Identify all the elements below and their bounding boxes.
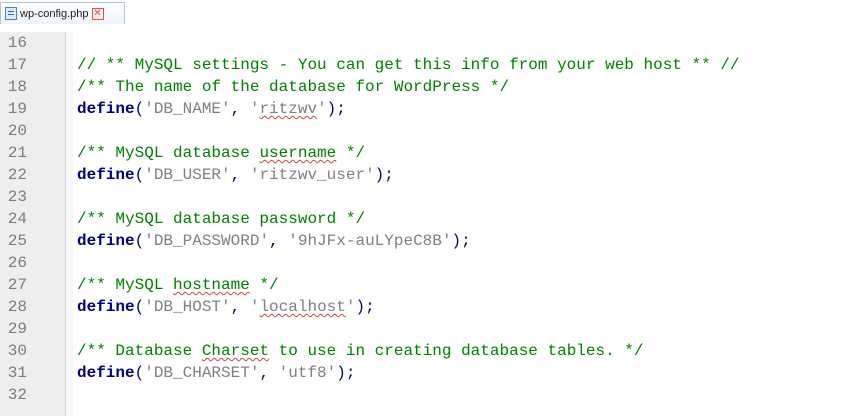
- code-text: /** MySQL hostname */: [77, 274, 279, 296]
- code-line[interactable]: 17 // ** MySQL settings - You can get thi…: [0, 54, 853, 76]
- code-token: /** MySQL database: [77, 144, 260, 162]
- code-token: define: [77, 298, 135, 316]
- misspelled-token: ritzwv: [259, 100, 318, 118]
- code-token: '9hJFx-auLYpeC8B': [288, 232, 452, 250]
- code-token: ': [249, 298, 260, 316]
- code-line[interactable]: 32: [0, 384, 853, 406]
- code-line[interactable]: 31 define('DB_CHARSET', 'utf8');: [0, 362, 853, 384]
- editor-window: wp-config.php ✕ 16 17 // ** MySQL settings…: [0, 0, 853, 416]
- code-token: */: [249, 276, 279, 294]
- code-token: (: [134, 100, 145, 118]
- code-text: define('DB_USER', 'ritzwv_user');: [77, 164, 394, 186]
- code-text: /** Database Charset to use in creating …: [77, 340, 644, 362]
- file-icon: [5, 7, 17, 20]
- code-token: (: [134, 364, 145, 382]
- code-line[interactable]: 19 define('DB_NAME', 'ritzwv');: [0, 98, 853, 120]
- code-token: 'DB_CHARSET': [144, 364, 260, 382]
- line-number: 28: [7, 298, 27, 316]
- code-token: define: [77, 166, 135, 184]
- code-token: /** MySQL database password */: [77, 210, 366, 228]
- code-token: 'ritzwv_user': [249, 166, 375, 184]
- code-line[interactable]: 24 /** MySQL database password */: [0, 208, 853, 230]
- code-line[interactable]: 21 /** MySQL database username */: [0, 142, 853, 164]
- code-text: define('DB_HOST', 'localhost');: [77, 296, 375, 318]
- line-number: 27: [7, 276, 27, 294]
- code-line[interactable]: 29: [0, 318, 853, 340]
- line-number: 22: [7, 166, 27, 184]
- code-token: /** The name of the database for WordPre…: [77, 78, 510, 96]
- line-number: 32: [7, 386, 27, 404]
- code-line[interactable]: 27 /** MySQL hostname */: [0, 274, 853, 296]
- code-token: ': [317, 100, 327, 118]
- code-text: define('DB_NAME', 'ritzwv');: [77, 98, 346, 120]
- code-line[interactable]: 22 define('DB_USER', 'ritzwv_user');: [0, 164, 853, 186]
- code-token: ,: [230, 298, 250, 316]
- line-number: 18: [7, 78, 27, 96]
- code-token: 'DB_PASSWORD': [144, 232, 270, 250]
- code-token: // ** MySQL settings - You can get this …: [77, 56, 740, 74]
- code-line[interactable]: 23: [0, 186, 853, 208]
- code-token: /** MySQL: [77, 276, 174, 294]
- misspelled-token: localhost: [259, 298, 346, 316]
- misspelled-token: hostname: [173, 276, 250, 294]
- code-token: */: [336, 144, 366, 162]
- code-token: );: [336, 364, 356, 382]
- code-line[interactable]: 25 define('DB_PASSWORD', '9hJFx-auLYpeC8B…: [0, 230, 853, 252]
- misspelled-token: username: [259, 144, 337, 162]
- tab-label: wp-config.php: [20, 7, 89, 20]
- code-editor[interactable]: 16 17 // ** MySQL settings - You can get t…: [0, 32, 853, 416]
- line-number: 29: [7, 320, 27, 338]
- line-number: 19: [7, 100, 27, 118]
- code-text: // ** MySQL settings - You can get this …: [77, 54, 740, 76]
- code-token: define: [77, 100, 135, 118]
- code-text: define('DB_CHARSET', 'utf8');: [77, 362, 355, 384]
- code-text: define('DB_PASSWORD', '9hJFx-auLYpeC8B')…: [77, 230, 471, 252]
- line-number: 21: [7, 144, 27, 162]
- line-number: 31: [7, 364, 27, 382]
- code-text: /** MySQL database password */: [77, 208, 365, 230]
- code-token: 'DB_NAME': [144, 100, 231, 118]
- code-text: /** The name of the database for WordPre…: [77, 76, 509, 98]
- line-number: 25: [7, 232, 27, 250]
- line-number: 17: [7, 56, 27, 74]
- code-token: ,: [259, 364, 279, 382]
- line-number: 24: [7, 210, 27, 228]
- line-number: 23: [7, 188, 27, 206]
- code-token: ': [249, 100, 260, 118]
- line-number: 16: [7, 34, 27, 52]
- line-number: 30: [7, 342, 27, 360]
- code-text: /** MySQL database username */: [77, 142, 365, 164]
- code-token: (: [134, 298, 145, 316]
- code-line[interactable]: 26: [0, 252, 853, 274]
- code-token: /** Database: [77, 342, 202, 360]
- code-token: define: [77, 232, 135, 250]
- code-token: );: [326, 100, 346, 118]
- misspelled-token: Charset: [201, 342, 270, 360]
- code-token: 'utf8': [278, 364, 337, 382]
- code-line[interactable]: 28 define('DB_HOST', 'localhost');: [0, 296, 853, 318]
- code-token: (: [134, 166, 145, 184]
- tab-wp-config[interactable]: wp-config.php ✕: [0, 2, 125, 24]
- code-line[interactable]: 20: [0, 120, 853, 142]
- code-line[interactable]: 16: [0, 32, 853, 54]
- code-token: ,: [269, 232, 289, 250]
- code-token: define: [77, 364, 135, 382]
- code-line[interactable]: 18 /** The name of the database for WordP…: [0, 76, 853, 98]
- code-token: ,: [230, 166, 250, 184]
- code-token: 'DB_HOST': [144, 298, 231, 316]
- tab-bar: wp-config.php ✕: [0, 0, 853, 32]
- code-token: );: [451, 232, 471, 250]
- code-token: 'DB_USER': [144, 166, 231, 184]
- close-icon[interactable]: ✕: [91, 7, 104, 20]
- code-token: (: [134, 232, 145, 250]
- code-token: );: [374, 166, 394, 184]
- code-token: to use in creating database tables. */: [269, 342, 644, 360]
- line-number: 26: [7, 254, 27, 272]
- code-token: );: [355, 298, 375, 316]
- line-number: 20: [7, 122, 27, 140]
- code-line[interactable]: 30 /** Database Charset to use in creatin…: [0, 340, 853, 362]
- code-token: ,: [230, 100, 250, 118]
